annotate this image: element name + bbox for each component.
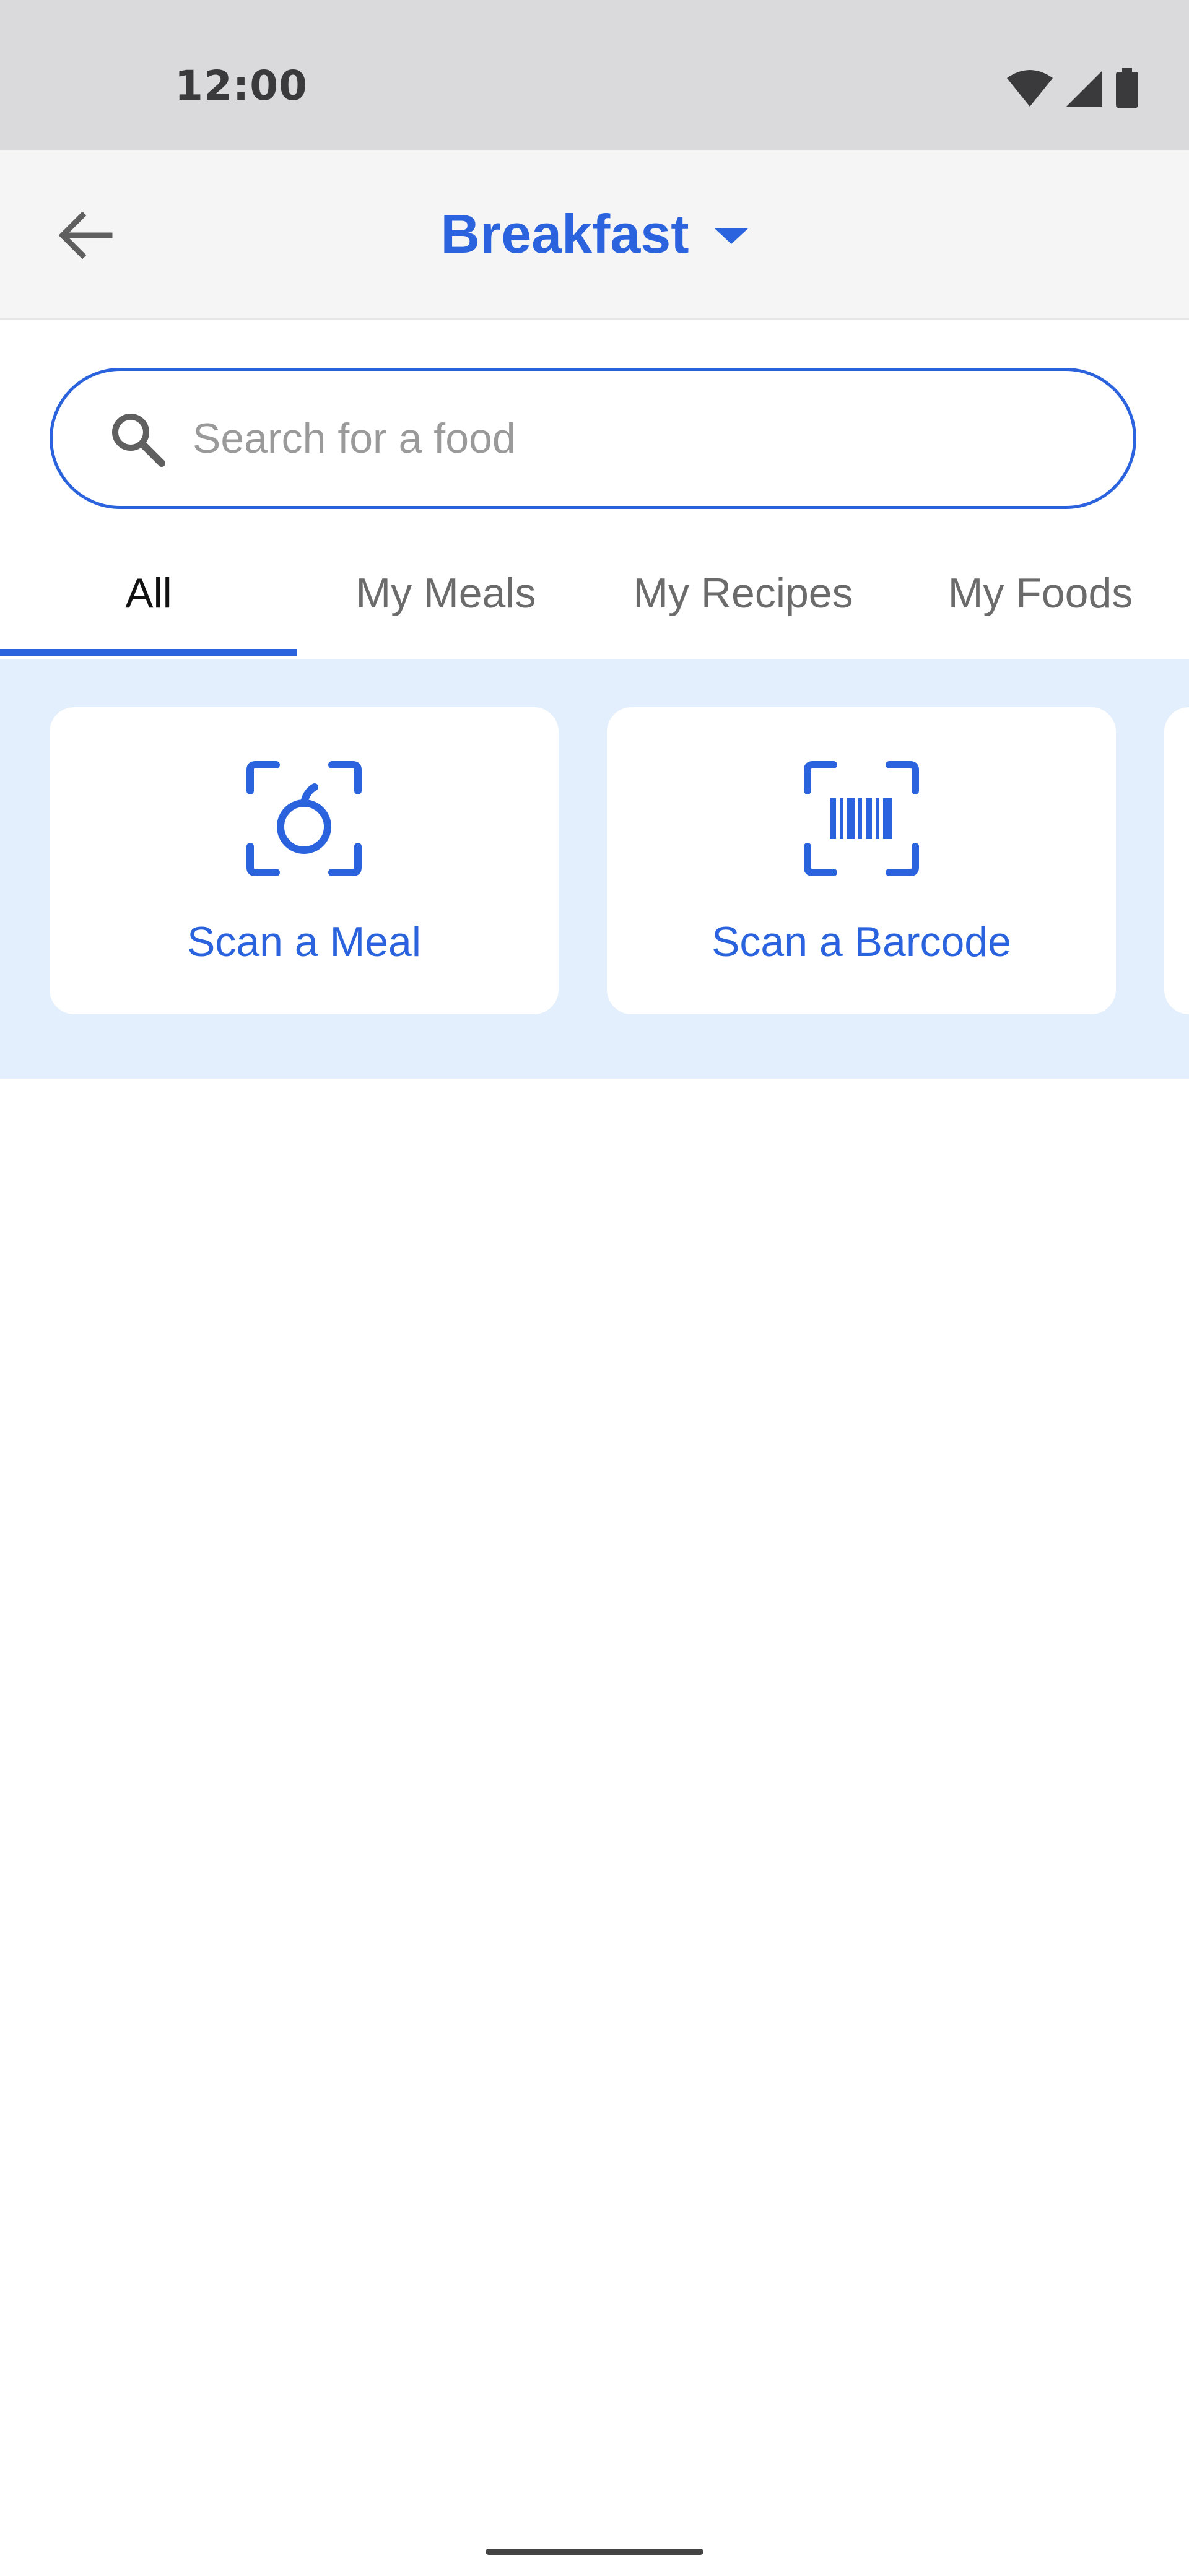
search-icon — [106, 407, 168, 469]
tab-my-recipes[interactable]: My Recipes — [594, 533, 892, 654]
meal-selector-dropdown[interactable]: Breakfast — [0, 150, 1189, 318]
search-field[interactable] — [50, 368, 1136, 509]
tab-my-foods[interactable]: My Foods — [892, 533, 1189, 654]
page-title: Breakfast — [440, 203, 689, 264]
wifi-icon — [1006, 69, 1054, 111]
barcode-scan-icon — [607, 757, 1116, 881]
status-bar: 12:00 — [0, 0, 1189, 150]
scan-meal-card[interactable]: Scan a Meal — [50, 707, 559, 1014]
arrow-back-icon — [58, 211, 113, 262]
scan-meal-label: Scan a Meal — [187, 918, 421, 965]
search-input[interactable] — [191, 414, 1061, 463]
partial-scan-card[interactable] — [1164, 707, 1189, 1014]
battery-icon — [1115, 67, 1139, 112]
tab-label: My Meals — [355, 570, 536, 617]
tab-label: My Recipes — [633, 570, 853, 617]
scan-options-carousel[interactable]: Scan a Meal Scan a Barcode — [0, 659, 1189, 1079]
active-tab-indicator — [0, 649, 297, 656]
status-icons — [1006, 67, 1139, 112]
home-indicator[interactable] — [486, 2549, 703, 2555]
scan-barcode-card[interactable]: Scan a Barcode — [607, 707, 1116, 1014]
tab-my-meals[interactable]: My Meals — [297, 533, 594, 654]
cellular-signal-icon — [1065, 69, 1104, 111]
scan-meal-icon — [50, 757, 559, 881]
filter-tabs: All My Meals My Recipes My Foods — [0, 533, 1189, 659]
caret-down-icon — [713, 228, 749, 244]
back-button[interactable] — [48, 199, 123, 274]
tab-label: All — [125, 570, 172, 617]
app-bar: Breakfast — [0, 150, 1189, 320]
status-time: 12:00 — [175, 62, 308, 110]
tab-all[interactable]: All — [0, 533, 297, 654]
scan-barcode-label: Scan a Barcode — [712, 918, 1011, 965]
tab-label: My Foods — [947, 570, 1133, 617]
